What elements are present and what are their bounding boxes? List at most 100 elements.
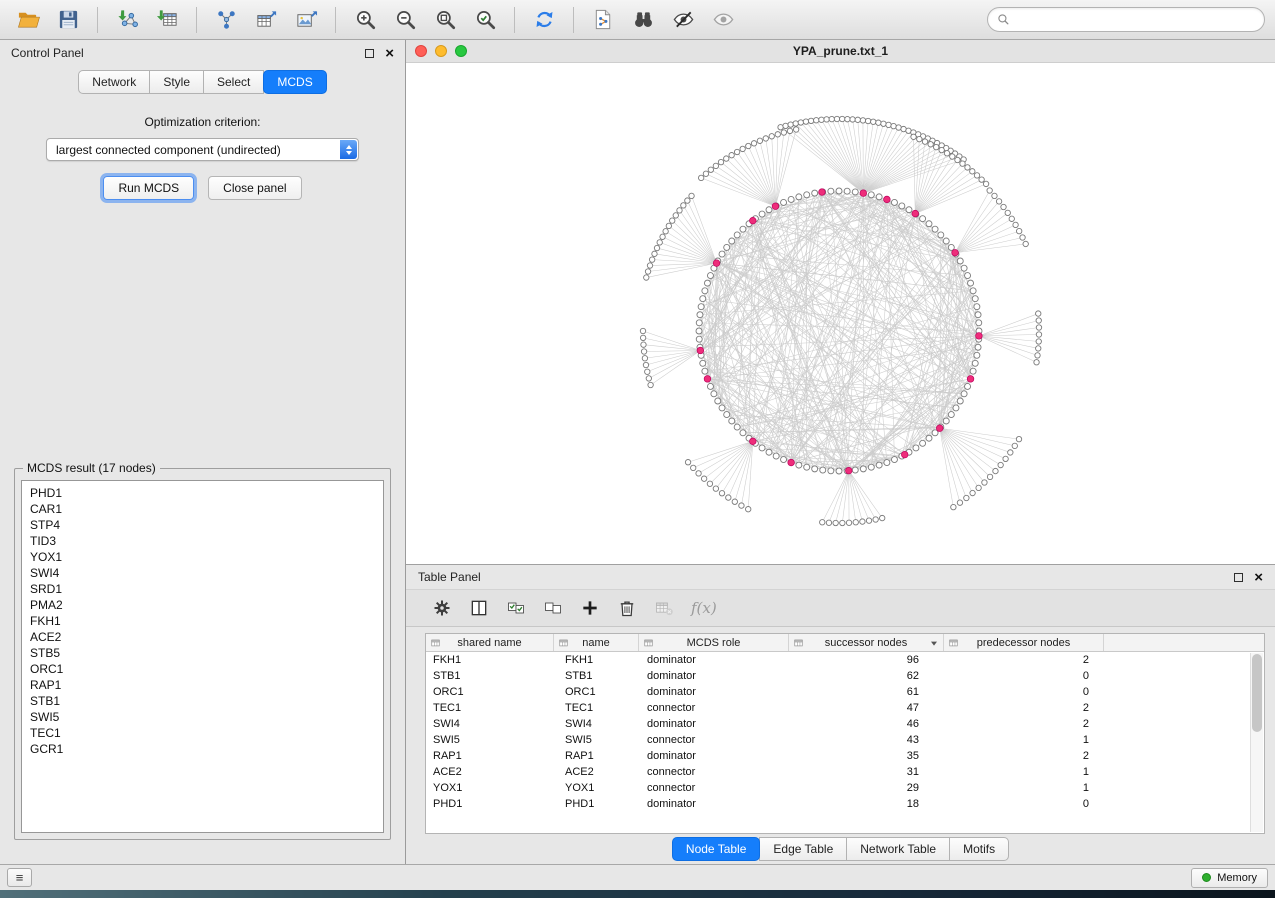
column-header-successor-nodes[interactable]: successor nodes	[789, 634, 944, 651]
search-box[interactable]	[987, 7, 1265, 32]
open-folder-button[interactable]	[10, 5, 46, 35]
network-canvas[interactable]	[406, 63, 1275, 564]
tab-select[interactable]: Select	[203, 70, 264, 94]
result-item[interactable]: FKH1	[30, 613, 383, 629]
table-row[interactable]: RAP1RAP1dominator352	[426, 748, 1264, 764]
close-window-icon[interactable]	[415, 45, 427, 57]
close-panel-button[interactable]: Close panel	[208, 176, 301, 200]
refresh-layout-button[interactable]	[526, 5, 562, 35]
add-row-button[interactable]	[580, 598, 600, 618]
attribute-icon	[643, 638, 654, 648]
table-row[interactable]: PHD1PHD1dominator180	[426, 796, 1264, 812]
table-row[interactable]: ORC1ORC1dominator610	[426, 684, 1264, 700]
import-network-button[interactable]	[109, 5, 145, 35]
tab-style[interactable]: Style	[149, 70, 204, 94]
settings-button[interactable]	[432, 598, 452, 618]
memory-button[interactable]: Memory	[1191, 868, 1268, 888]
search-network-button[interactable]	[625, 5, 661, 35]
result-item[interactable]: TID3	[30, 533, 383, 549]
result-item[interactable]: SRD1	[30, 581, 383, 597]
result-item[interactable]: STP4	[30, 517, 383, 533]
function-builder-button[interactable]: f(x)	[691, 599, 717, 617]
table-cell: 35	[789, 750, 944, 762]
column-header-name[interactable]: name	[554, 634, 639, 651]
tab-network[interactable]: Network	[78, 70, 150, 94]
run-mcds-button[interactable]: Run MCDS	[103, 176, 194, 200]
column-header-shared-name[interactable]: shared name	[426, 634, 554, 651]
node-table: shared namenameMCDS role successor nodes p…	[425, 633, 1265, 834]
table-row[interactable]: SWI5SWI5connector431	[426, 732, 1264, 748]
import-table-button[interactable]	[149, 5, 185, 35]
sort-caret-icon[interactable]	[931, 641, 937, 645]
tab-mcds[interactable]: MCDS	[263, 70, 326, 94]
result-item[interactable]: ORC1	[30, 661, 383, 677]
share-document-button[interactable]	[585, 5, 621, 35]
show-all-button[interactable]	[705, 5, 741, 35]
tab-edge-table[interactable]: Edge Table	[759, 837, 847, 861]
deselect-all-button[interactable]	[543, 598, 563, 618]
table-cell: dominator	[639, 670, 789, 682]
table-row[interactable]: SWI4SWI4dominator462	[426, 716, 1264, 732]
delete-row-button[interactable]	[617, 598, 637, 618]
result-item[interactable]: SWI5	[30, 709, 383, 725]
table-cell: ACE2	[554, 766, 639, 778]
zoom-in-button[interactable]	[347, 5, 383, 35]
network-window-titlebar[interactable]: YPA_prune.txt_1	[406, 40, 1275, 63]
maximize-window-icon[interactable]	[455, 45, 467, 57]
column-header-mcds-role[interactable]: MCDS role	[639, 634, 789, 651]
scrollbar-thumb[interactable]	[1252, 654, 1262, 732]
table-toolbar: f(x)	[406, 589, 1275, 627]
table-row[interactable]: STB1STB1dominator620	[426, 668, 1264, 684]
control-panel-title: Control Panel	[11, 46, 84, 60]
close-panel-icon[interactable]: ×	[385, 46, 394, 61]
tab-motifs[interactable]: Motifs	[949, 837, 1009, 861]
delete-row-icon	[617, 598, 637, 618]
table-row[interactable]: ACE2ACE2connector311	[426, 764, 1264, 780]
zoom-selected-button[interactable]	[467, 5, 503, 35]
minimize-window-icon[interactable]	[435, 45, 447, 57]
control-panel: Control Panel × NetworkStyleSelectMCDS O…	[0, 40, 406, 864]
hamburger-menu-icon[interactable]: ≡	[7, 868, 32, 887]
result-item[interactable]: SWI4	[30, 565, 383, 581]
clear-table-button[interactable]	[654, 598, 674, 618]
criterion-select[interactable]: largest connected component (undirected)	[46, 138, 359, 161]
table-scrollbar[interactable]	[1250, 653, 1263, 832]
result-item[interactable]: CAR1	[30, 501, 383, 517]
result-item[interactable]: PMA2	[30, 597, 383, 613]
result-item[interactable]: ACE2	[30, 629, 383, 645]
result-item[interactable]: RAP1	[30, 677, 383, 693]
float-panel-icon[interactable]	[365, 49, 374, 58]
mcds-result-list[interactable]: PHD1CAR1STP4TID3YOX1SWI4SRD1PMA2FKH1ACE2…	[21, 480, 384, 833]
table-row[interactable]: YOX1YOX1connector291	[426, 780, 1264, 796]
save-button[interactable]	[50, 5, 86, 35]
result-item[interactable]: STB1	[30, 693, 383, 709]
tab-node-table[interactable]: Node Table	[672, 837, 761, 861]
export-table-button[interactable]	[248, 5, 284, 35]
table-cell: PHD1	[554, 798, 639, 810]
tab-network-table[interactable]: Network Table	[846, 837, 950, 861]
zoom-fit-button[interactable]	[427, 5, 463, 35]
table-row[interactable]: TEC1TEC1connector472	[426, 700, 1264, 716]
column-layout-button[interactable]	[469, 598, 489, 618]
select-all-button[interactable]	[506, 598, 526, 618]
table-row[interactable]: FKH1FKH1dominator962	[426, 652, 1264, 668]
column-header-predecessor-nodes[interactable]: predecessor nodes	[944, 634, 1104, 651]
export-image-button[interactable]	[288, 5, 324, 35]
result-item[interactable]: PHD1	[30, 485, 383, 501]
search-input[interactable]	[1016, 13, 1255, 27]
close-table-panel-icon[interactable]: ×	[1254, 570, 1263, 585]
hide-selected-button[interactable]	[665, 5, 701, 35]
table-cell: 0	[944, 670, 1104, 682]
export-network-button[interactable]	[208, 5, 244, 35]
table-cell: dominator	[639, 798, 789, 810]
result-item[interactable]: TEC1	[30, 725, 383, 741]
column-label: successor nodes	[825, 637, 908, 649]
float-table-panel-icon[interactable]	[1234, 573, 1243, 582]
result-item[interactable]: GCR1	[30, 741, 383, 757]
table-cell: 96	[789, 654, 944, 666]
criterion-selected-value: largest connected component (undirected)	[56, 143, 281, 157]
result-item[interactable]: YOX1	[30, 549, 383, 565]
network-view-window: YPA_prune.txt_1	[406, 40, 1275, 564]
zoom-out-button[interactable]	[387, 5, 423, 35]
result-item[interactable]: STB5	[30, 645, 383, 661]
